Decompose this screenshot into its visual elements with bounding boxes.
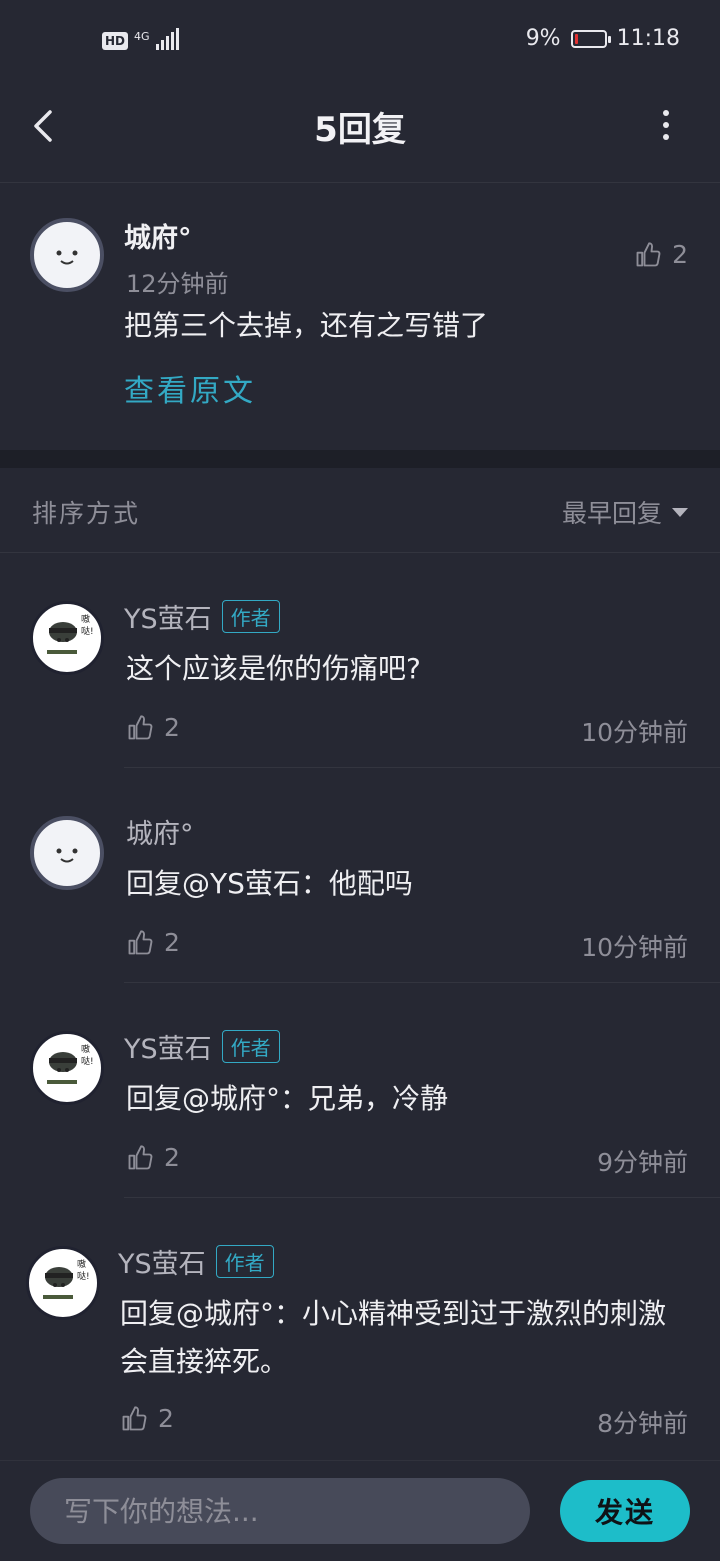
svg-text:哒!: 哒! [77,1270,90,1282]
reply-author[interactable]: 城府° [126,812,194,851]
status-bar: HD 4G 9% 11:18 [0,0,720,84]
comment-time: 12分钟前 [126,270,229,298]
main-comment: 城府° 12分钟前 2 把第三个去掉，还有之写错了 查看原文 [0,182,720,450]
like-button[interactable]: 2 [126,1143,180,1172]
author-name[interactable]: YS萤石 [124,604,212,635]
author-name[interactable]: YS萤石 [124,1034,212,1065]
avatar[interactable] [30,816,104,890]
avatar[interactable]: 嗷哒! [30,601,104,675]
svg-text:嗷: 嗷 [77,1258,86,1270]
thumbs-up-icon [122,1405,147,1430]
reply-text: 回复@YS萤石：他配吗 [126,867,413,900]
section-divider [0,450,720,468]
page-title: 5回复 [314,110,406,150]
like-count: 2 [164,1143,180,1172]
reply-item: 城府° 回复@YS萤石：他配吗 2 10分钟前 [0,768,720,982]
reply-item: 嗷哒! YS萤石 作者 这个应该是你的伤痛吧? 2 10分钟前 [0,553,720,767]
author-badge: 作者 [221,1030,280,1063]
hd-badge: HD [102,32,129,50]
sort-dropdown[interactable]: 最早回复 [562,494,688,530]
like-count: 2 [164,928,180,957]
header: 5回复 [0,84,720,183]
sort-label: 排序方式 [32,499,141,528]
reply-time: 10分钟前 [581,933,688,962]
network-type: 4G [134,30,150,43]
like-button[interactable]: 2 [634,240,688,269]
battery-percent: 9% [525,26,561,51]
thumbs-up-icon [636,241,661,266]
composer-bar: 发送 [0,1460,720,1561]
sort-selected: 最早回复 [561,499,662,528]
reply-time: 10分钟前 [581,718,688,747]
comment-input[interactable] [30,1478,530,1544]
more-vertical-icon[interactable] [654,108,678,142]
signal-icon [155,28,179,50]
status-left: HD 4G [102,28,179,50]
clock: 11:18 [616,26,680,51]
view-original-link[interactable]: 查看原文 [124,366,256,410]
reply-author[interactable]: YS萤石 作者 [118,1242,274,1281]
reply-text: 这个应该是你的伤痛吧? [126,652,421,685]
svg-text:嗷: 嗷 [81,613,90,625]
like-count: 2 [672,240,688,269]
author-badge: 作者 [221,600,280,633]
author-badge: 作者 [215,1245,274,1278]
svg-text:哒!: 哒! [81,1055,94,1067]
back-arrow-icon[interactable] [30,106,60,146]
like-count: 2 [158,1404,174,1433]
thumbs-up-icon [128,714,153,739]
svg-text:哒!: 哒! [81,625,94,637]
thumbs-up-icon [128,929,153,954]
like-button[interactable]: 2 [126,928,180,957]
like-count: 2 [164,713,180,742]
send-button[interactable]: 发送 [560,1480,690,1542]
comment-text: 把第三个去掉，还有之写错了 [124,309,489,342]
reply-text: 回复@城府°：兄弟，冷静 [126,1082,449,1115]
author-name[interactable]: 城府° [124,216,192,255]
author-name[interactable]: 城府° [126,819,194,850]
avatar[interactable]: 嗷哒! [30,1031,104,1105]
status-right: 9% 11:18 [526,26,680,51]
avatar[interactable]: 嗷哒! [26,1246,100,1320]
avatar[interactable] [30,218,104,292]
battery-icon [570,29,611,48]
caret-down-icon [672,507,688,517]
thumbs-up-icon [128,1144,153,1169]
reply-item: 嗷哒! YS萤石 作者 回复@城府°：小心精神受到过于激烈的刺激会直接猝死。 2 … [0,1198,720,1460]
like-button[interactable]: 2 [126,713,180,742]
like-button[interactable]: 2 [120,1404,174,1433]
reply-item: 嗷哒! YS萤石 作者 回复@城府°：兄弟，冷静 2 9分钟前 [0,983,720,1197]
reply-author[interactable]: YS萤石 作者 [124,597,280,636]
reply-time: 8分钟前 [597,1409,688,1438]
author-name[interactable]: YS萤石 [118,1249,206,1280]
sort-bar: 排序方式 最早回复 [0,468,720,553]
svg-text:嗷: 嗷 [81,1043,90,1055]
reply-time: 9分钟前 [597,1148,688,1177]
reply-text: 回复@城府°：小心精神受到过于激烈的刺激会直接猝死。 [120,1297,667,1378]
reply-author[interactable]: YS萤石 作者 [124,1027,280,1066]
